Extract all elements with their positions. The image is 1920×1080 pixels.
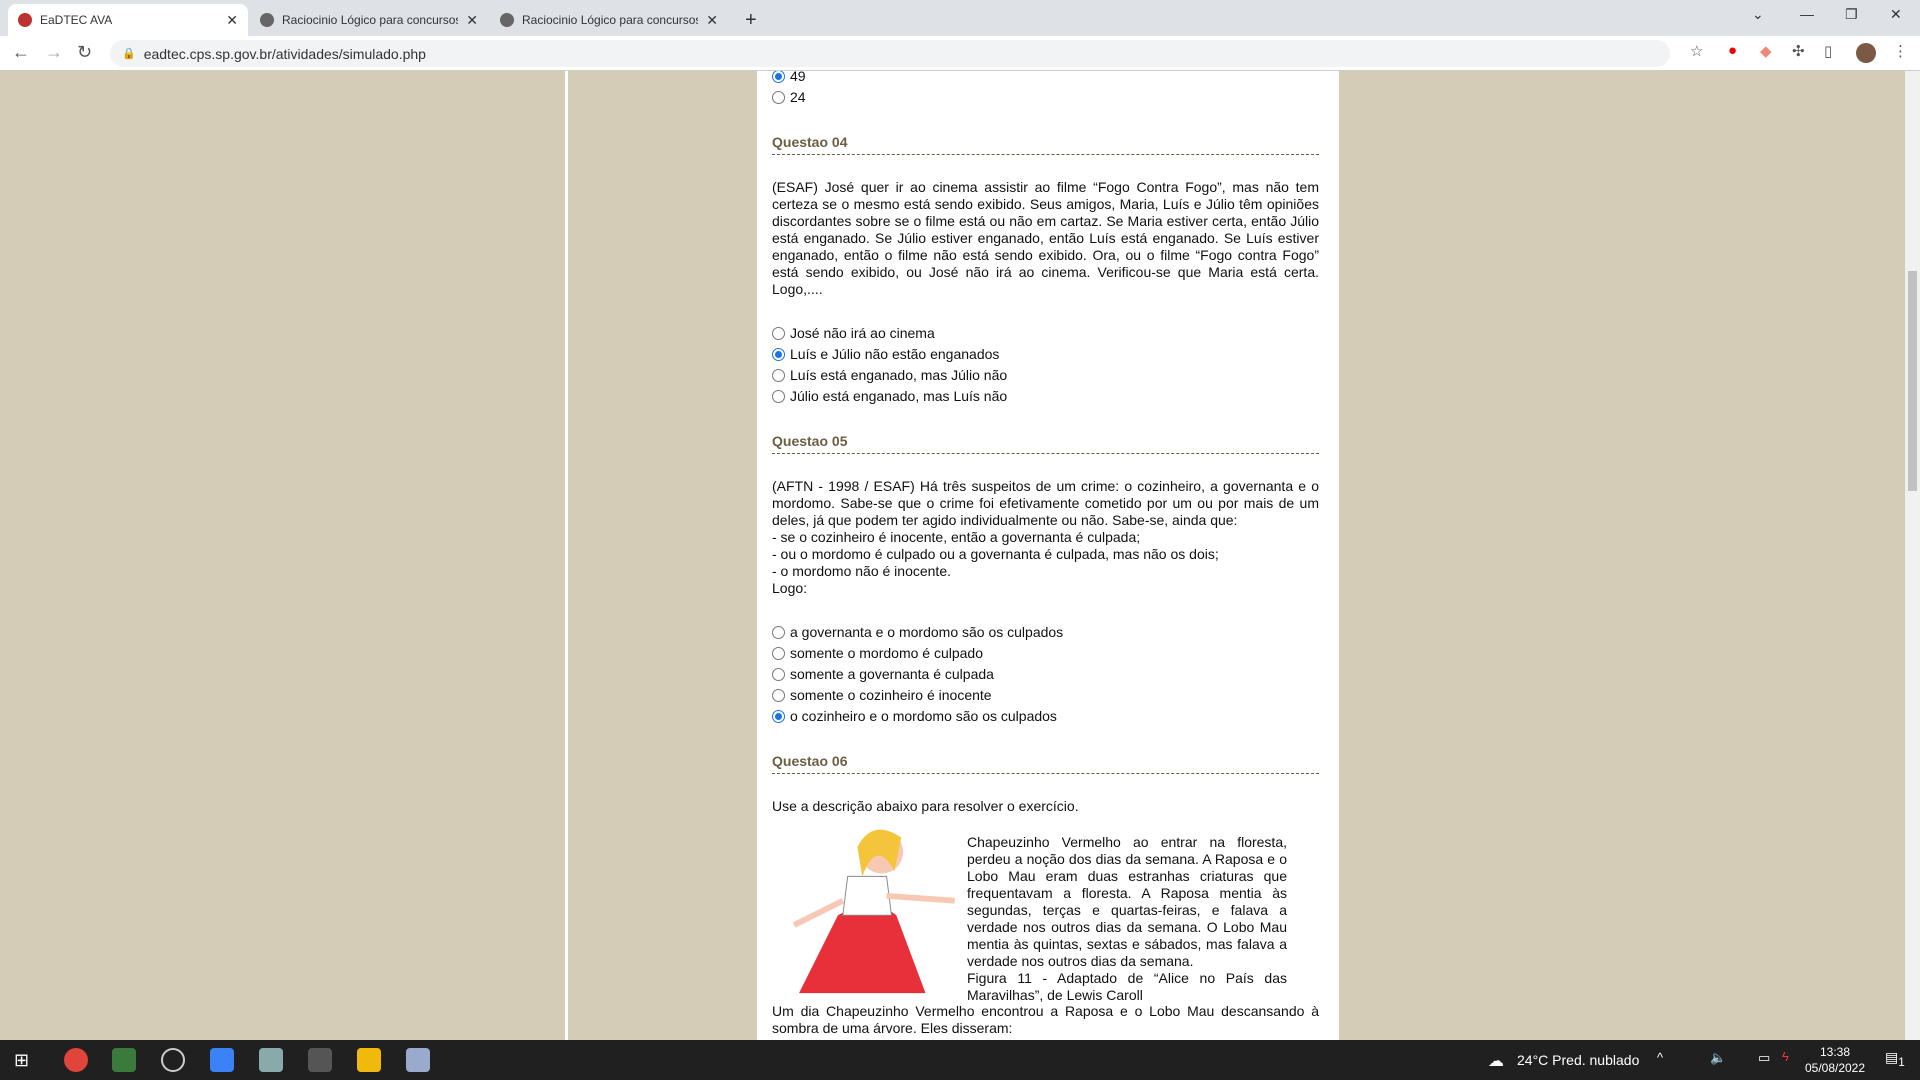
forward-icon[interactable]: → — [45, 42, 63, 63]
figure-text-block: Chapeuzinho Vermelho ao entrar na flores… — [967, 834, 1287, 1004]
opera-extension-icon[interactable]: ● — [1728, 42, 1737, 59]
volume-icon[interactable]: 🔈 — [1710, 1050, 1726, 1066]
tray-chevron-icon[interactable]: ^ — [1657, 1050, 1663, 1065]
extensions-icon[interactable]: ✣ — [1792, 42, 1805, 60]
tab-raciocinio-1[interactable]: Raciocinio Lógico para concursos ✕ — [250, 4, 488, 36]
windows-start-icon[interactable]: ⊞ — [14, 1050, 29, 1071]
question-title: Questao 06 — [772, 753, 1319, 774]
radio-button[interactable] — [772, 668, 785, 681]
answer-option[interactable]: Luís e Júlio não estão enganados — [772, 344, 1319, 365]
app-taskbar-icon[interactable] — [112, 1048, 136, 1072]
binance-taskbar-icon[interactable] — [357, 1048, 381, 1072]
radio-button[interactable] — [772, 71, 785, 83]
question-options: José não irá ao cinema Luís e Júlio não … — [772, 323, 1319, 407]
scrollbar[interactable] — [1905, 71, 1920, 1040]
scrollbar-thumb[interactable] — [1908, 271, 1917, 491]
tab-search-icon[interactable]: ⌄ — [1752, 6, 1764, 23]
question-text: (AFTN - 1998 / ESAF) Há três suspeitos d… — [772, 478, 1319, 596]
radio-button[interactable] — [772, 91, 785, 104]
lock-icon: 🔒 — [122, 48, 136, 60]
app-taskbar-icon[interactable] — [308, 1048, 332, 1072]
network-icon[interactable]: ▭ — [1758, 1050, 1770, 1066]
profile-avatar[interactable] — [1856, 43, 1876, 63]
answer-option[interactable]: 24 — [772, 87, 1319, 108]
answer-option[interactable]: somente o mordomo é culpado — [772, 643, 1319, 664]
answer-option[interactable]: Luís está enganado, mas Júlio não — [772, 365, 1319, 386]
close-tab-icon[interactable]: ✕ — [226, 12, 238, 29]
globe-icon — [500, 13, 514, 27]
figure-caption: Figura 11 - Adaptado de “Alice no País d… — [967, 970, 1287, 1003]
tab-eadtec[interactable]: EaDTEC AVA ✕ — [8, 4, 248, 36]
radio-button[interactable] — [772, 689, 785, 702]
clock[interactable]: 13:38 05/08/2022 — [1800, 1044, 1870, 1076]
metamask-extension-icon[interactable]: ◆ — [1760, 42, 1772, 60]
chrome-taskbar-icon[interactable] — [64, 1048, 88, 1072]
page: 49 24 Questao 04 (ESAF) José quer ir ao … — [0, 71, 1905, 1040]
question-options: a governanta e o mordomo são os culpados… — [772, 622, 1319, 727]
radio-button[interactable] — [772, 348, 785, 361]
answer-option[interactable]: somente a governanta é culpada — [772, 664, 1319, 685]
radio-button[interactable] — [772, 390, 785, 403]
question-text: (ESAF) José quer ir ao cinema assistir a… — [772, 179, 1319, 297]
answer-option[interactable]: o cozinheiro e o mordomo são os culpados — [772, 706, 1319, 727]
tab-raciocinio-2[interactable]: Raciocinio Lógico para concursos ✕ — [490, 4, 728, 36]
close-tab-icon[interactable]: ✕ — [466, 12, 478, 29]
tab-bar: EaDTEC AVA ✕ Raciocinio Lógico para concu… — [0, 0, 1920, 36]
new-tab-button[interactable]: + — [735, 4, 767, 36]
quiz-content: 49 24 Questao 04 (ESAF) José quer ir ao … — [757, 71, 1339, 1040]
radio-button[interactable] — [772, 647, 785, 660]
close-window-button[interactable]: ✕ — [1890, 6, 1902, 23]
divider — [565, 71, 568, 1040]
site-icon — [18, 13, 32, 27]
bookmark-star-icon[interactable]: ☆ — [1690, 42, 1703, 60]
question-intro: Use a descrição abaixo para resolver o e… — [772, 798, 1079, 814]
taskbar: ⊞ ☁ 24°C Pred. nublado ^ 🔈 ▭ ϟ 13:38 05/0… — [0, 1040, 1920, 1080]
obs-taskbar-icon[interactable] — [161, 1048, 185, 1072]
question-title: Questao 04 — [772, 134, 1319, 155]
menu-icon[interactable]: ⋮ — [1893, 42, 1908, 60]
question-title: Questao 05 — [772, 433, 1319, 454]
answer-option[interactable]: Júlio está enganado, mas Luís não — [772, 386, 1319, 407]
notifications-icon[interactable]: ▤1 — [1885, 1049, 1905, 1069]
back-icon[interactable]: ← — [12, 42, 30, 63]
weather-icon[interactable]: ☁ — [1488, 1051, 1504, 1071]
figure-text: Chapeuzinho Vermelho ao entrar na flores… — [967, 834, 1287, 969]
globe-icon — [260, 13, 274, 27]
address-bar: ← → ↻ 🔒 eadtec.cps.sp.gov.br/atividades/s… — [0, 36, 1920, 71]
answer-option[interactable]: a governanta e o mordomo são os culpados — [772, 622, 1319, 643]
reload-icon[interactable]: ↻ — [77, 42, 92, 63]
url-input[interactable]: 🔒 eadtec.cps.sp.gov.br/atividades/simulad… — [110, 40, 1670, 67]
answer-option[interactable]: José não irá ao cinema — [772, 323, 1319, 344]
answer-option[interactable]: somente o cozinheiro é inocente — [772, 685, 1319, 706]
app-taskbar-icon[interactable] — [259, 1048, 283, 1072]
red-riding-hood-illustration — [792, 829, 955, 994]
restore-button[interactable]: ❐ — [1845, 6, 1858, 23]
radio-button[interactable] — [772, 327, 785, 340]
minimize-button[interactable]: — — [1800, 6, 1814, 22]
answer-option[interactable]: 49 — [772, 71, 1319, 87]
radio-button[interactable] — [772, 626, 785, 639]
close-tab-icon[interactable]: ✕ — [706, 12, 718, 29]
radio-button[interactable] — [772, 710, 785, 723]
power-icon[interactable]: ϟ — [1782, 1049, 1789, 1064]
app-taskbar-icon[interactable] — [210, 1048, 234, 1072]
previous-question-options: 49 24 — [772, 71, 1319, 108]
side-panel-icon[interactable]: ▯ — [1824, 42, 1832, 60]
weather-text[interactable]: 24°C Pred. nublado — [1517, 1052, 1639, 1068]
paint-taskbar-icon[interactable] — [406, 1048, 430, 1072]
question-text: Um dia Chapeuzinho Vermelho encontrou a … — [772, 1003, 1319, 1037]
radio-button[interactable] — [772, 369, 785, 382]
